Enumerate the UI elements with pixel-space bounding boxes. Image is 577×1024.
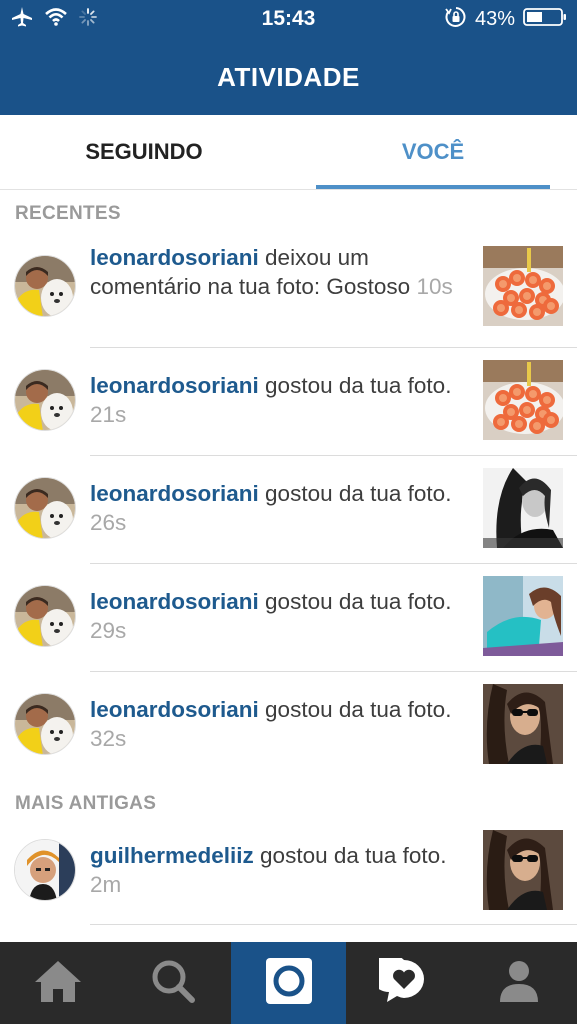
tab-home[interactable] [0,942,115,1024]
activity-text: leonardosoriani gostou da tua foto. 26s [90,479,460,537]
profile-icon [498,958,540,1009]
avatar[interactable] [14,585,76,647]
section-header-recent: RECENTES [15,203,121,224]
avatar[interactable] [14,369,76,431]
activity-time: 21s [90,402,127,427]
row-divider [90,347,577,348]
avatar[interactable] [14,477,76,539]
status-right-icons: 43% [445,6,567,33]
username-link[interactable]: guilhermedeliiz [90,843,254,868]
activity-action-text: gostou da tua foto. [258,373,452,398]
post-thumbnail[interactable] [483,576,563,656]
bottom-tab-bar [0,942,577,1024]
activity-action-text: gostou da tua foto. [258,589,452,614]
activity-heart-icon [368,953,429,1009]
post-thumbnail[interactable] [483,246,563,326]
tab-voce[interactable]: VOCÊ [303,115,563,189]
username-link[interactable]: leonardosoriani [90,589,259,614]
activity-time: 26s [90,510,127,535]
activity-action-text: gostou da tua foto. [258,697,452,722]
activity-text: guilhermedeliiz gostou da tua foto. 2m [90,841,460,899]
avatar[interactable] [14,693,76,755]
navigation-bar: ATIVIDADE [0,38,577,115]
avatar[interactable] [14,839,76,901]
post-thumbnail[interactable] [483,684,563,764]
post-thumbnail[interactable] [483,830,563,910]
username-link[interactable]: leonardosoriani [90,373,259,398]
username-link[interactable]: leonardosoriani [90,245,259,270]
activity-text: leonardosoriani gostou da tua foto. 21s [90,371,460,429]
tab-seguindo[interactable]: SEGUINDO [14,115,274,189]
tab-profile[interactable] [461,942,577,1024]
activity-text: leonardosoriani gostou da tua foto. 29s [90,587,460,645]
avatar[interactable] [14,255,76,317]
activity-text: leonardosoriani gostou da tua foto. 32s [90,695,460,753]
activity-time: 32s [90,726,127,751]
active-tab-indicator [316,185,550,189]
row-divider [90,563,577,564]
row-divider [90,671,577,672]
row-divider [90,455,577,456]
activity-time: 2m [90,872,122,897]
row-divider [90,924,577,925]
tab-activity[interactable] [346,942,461,1024]
home-icon [32,958,84,1009]
activity-time: 29s [90,618,127,643]
page-title: ATIVIDADE [217,62,360,92]
tab-search[interactable] [115,942,230,1024]
camera-icon [265,957,313,1010]
battery-icon [523,7,567,32]
post-thumbnail[interactable] [483,360,563,440]
activity-action-text: gostou da tua foto. [253,843,447,868]
tab-camera[interactable] [231,942,346,1024]
section-header-older: MAIS ANTIGAS [15,793,157,814]
battery-percent: 43% [474,7,515,30]
activity-text: leonardosoriani deixou um comentário na … [90,243,460,301]
username-link[interactable]: leonardosoriani [90,481,259,506]
activity-action-text: gostou da tua foto. [258,481,452,506]
activity-time: 10s [416,274,453,299]
orientation-lock-icon [445,6,467,33]
status-bar: 15:43 43% [0,0,577,38]
username-link[interactable]: leonardosoriani [90,697,259,722]
search-icon [149,957,197,1010]
activity-tabs: SEGUINDO VOCÊ [0,115,577,190]
post-thumbnail[interactable] [483,468,563,548]
